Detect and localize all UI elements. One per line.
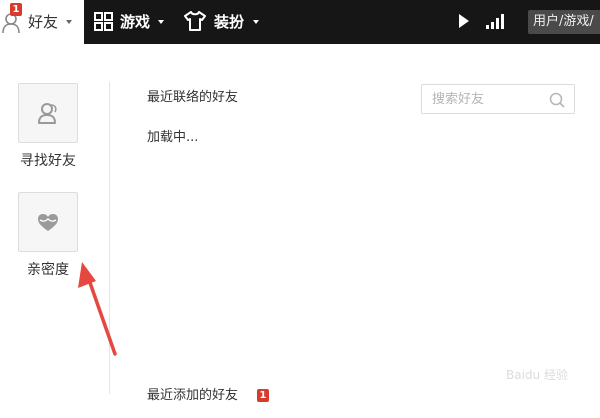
tab-dress-up-label: 装扮 xyxy=(214,13,245,31)
watermark: Baidu 经验 xyxy=(506,368,568,382)
recent-added-badge: 1 xyxy=(257,389,269,402)
person-icon xyxy=(38,103,57,124)
play-icon[interactable] xyxy=(459,14,469,28)
tab-games[interactable]: 游戏 xyxy=(84,0,172,44)
caret-down-icon xyxy=(253,20,259,24)
tab-games-label: 游戏 xyxy=(120,13,151,31)
user-game-box[interactable]: 用户/游戏/ xyxy=(528,10,600,34)
intimacy-button[interactable] xyxy=(18,192,78,252)
intimacy-label[interactable]: 亲密度 xyxy=(18,260,78,280)
grid-icon xyxy=(94,12,113,31)
tab-friends-label: 好友 xyxy=(28,13,59,31)
user-game-text: 用户/游戏/ xyxy=(533,14,594,29)
tab-dress-up[interactable]: 装扮 xyxy=(176,0,268,44)
caret-down-icon xyxy=(158,20,164,24)
search-icon[interactable] xyxy=(549,92,565,108)
recent-contacts-title: 最近联络的好友 xyxy=(147,90,239,105)
find-friends-button[interactable] xyxy=(18,83,78,143)
column-divider xyxy=(109,82,110,394)
loading-text: 加载中... xyxy=(147,130,199,145)
recent-added-title: 最近添加的好友 xyxy=(147,388,239,403)
signal-icon[interactable] xyxy=(486,14,504,29)
shirt-icon xyxy=(184,11,206,31)
friend-search-box[interactable] xyxy=(421,84,575,114)
annotation-arrow-icon xyxy=(78,262,117,356)
top-nav-bar: 1 好友 游戏 装扮 用户/游戏/ xyxy=(0,0,600,44)
search-input[interactable] xyxy=(432,89,542,109)
friends-notification-badge: 1 xyxy=(10,3,22,16)
heart-icon xyxy=(38,214,58,231)
tab-friends[interactable]: 1 好友 xyxy=(0,0,84,44)
caret-down-icon xyxy=(66,20,72,24)
find-friends-label[interactable]: 寻找好友 xyxy=(18,151,78,171)
